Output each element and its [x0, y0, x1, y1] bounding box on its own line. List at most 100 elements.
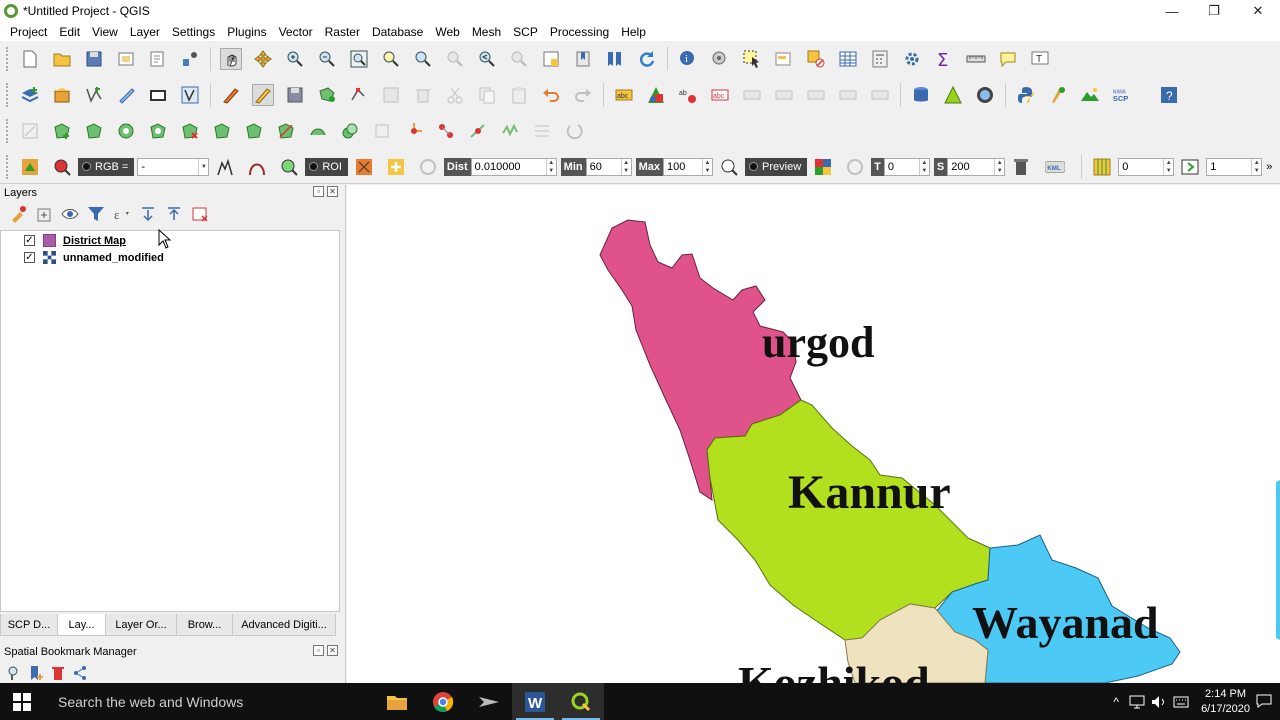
- zoom-input-image-icon[interactable]: [51, 156, 73, 178]
- undo-icon[interactable]: [540, 84, 562, 106]
- zoom-in-icon[interactable]: [284, 48, 306, 70]
- volume-icon[interactable]: [1151, 695, 1167, 709]
- style-panel-icon[interactable]: [8, 204, 28, 224]
- filter-legend-icon[interactable]: [86, 204, 106, 224]
- add-group-icon[interactable]: [34, 204, 54, 224]
- menu-processing[interactable]: Processing: [544, 25, 615, 39]
- merge-features-icon[interactable]: [339, 120, 361, 142]
- cut-features-icon[interactable]: [444, 84, 466, 106]
- taskbar-chrome[interactable]: [420, 683, 466, 720]
- rgb-combobox[interactable]: - ▼: [137, 157, 210, 176]
- taskbar-file-explorer[interactable]: [374, 683, 420, 720]
- filter-expression-icon[interactable]: ε: [112, 204, 132, 224]
- pan-to-selection-icon[interactable]: [252, 48, 274, 70]
- digitize-vertex-icon[interactable]: [19, 120, 41, 142]
- measure-line-icon[interactable]: [965, 48, 987, 70]
- move-label-icon[interactable]: [741, 84, 763, 106]
- band-spinbox[interactable]: 0 ▲ ▼: [1118, 157, 1175, 176]
- semi-auto-classification-icon[interactable]: [1047, 84, 1069, 106]
- align-icon[interactable]: [531, 120, 553, 142]
- layer-visibility-checkbox[interactable]: ✓: [24, 252, 35, 263]
- taskbar-search[interactable]: Search the web and Windows: [58, 694, 374, 710]
- preview-radio[interactable]: Preview: [745, 157, 808, 176]
- show-bookmarks-icon[interactable]: [604, 48, 626, 70]
- toggle-editing-icon[interactable]: [252, 84, 274, 106]
- menu-mesh[interactable]: Mesh: [466, 25, 507, 39]
- menu-plugins[interactable]: Plugins: [221, 25, 272, 39]
- tab-scp-dock[interactable]: SCP D...: [0, 614, 58, 636]
- map-tips-icon[interactable]: [997, 48, 1019, 70]
- trim-extend-icon[interactable]: [467, 120, 489, 142]
- float-panel-icon[interactable]: ▫: [313, 645, 324, 656]
- delete-bookmark-icon[interactable]: [50, 665, 66, 681]
- menu-raster[interactable]: Raster: [319, 25, 366, 39]
- collapse-all-icon[interactable]: [164, 204, 184, 224]
- zoom-native-icon[interactable]: [444, 48, 466, 70]
- split-features-icon[interactable]: [275, 120, 297, 142]
- field-calculator-icon[interactable]: [869, 48, 891, 70]
- tab-layer-order[interactable]: Layer Or...: [105, 614, 177, 636]
- minimize-button[interactable]: —: [1150, 0, 1194, 22]
- menu-help[interactable]: Help: [615, 25, 652, 39]
- split-parts-icon[interactable]: [307, 120, 329, 142]
- menu-project[interactable]: Project: [4, 25, 53, 39]
- network-icon[interactable]: [1129, 695, 1145, 709]
- reverse-line-icon[interactable]: [563, 120, 585, 142]
- merge-attributes-icon[interactable]: [371, 120, 393, 142]
- spectral-signature-icon[interactable]: [246, 156, 268, 178]
- share-bookmark-icon[interactable]: [72, 665, 88, 681]
- select-features-icon[interactable]: [741, 48, 763, 70]
- vertex-tool-icon[interactable]: [348, 84, 370, 106]
- pan-map-icon[interactable]: [220, 48, 242, 70]
- niwa-scp-icon[interactable]: NIWA SCP: [1111, 84, 1133, 106]
- database-icon[interactable]: [910, 84, 932, 106]
- menu-scp[interactable]: SCP: [507, 25, 544, 39]
- add-package-layer-icon[interactable]: [51, 84, 73, 106]
- processing-toolbox-icon[interactable]: [901, 48, 923, 70]
- scp-dock-icon[interactable]: [19, 156, 41, 178]
- show-hidden-icons-icon[interactable]: ^: [1113, 695, 1119, 709]
- zoom-preview-icon[interactable]: [718, 156, 740, 178]
- add-layer-icon[interactable]: [19, 84, 41, 106]
- panel-splitter[interactable]: [342, 185, 346, 683]
- delete-ring-icon[interactable]: [147, 120, 169, 142]
- terrain-icon[interactable]: [1079, 84, 1101, 106]
- zoom-next-icon[interactable]: [508, 48, 530, 70]
- remove-layer-icon[interactable]: [190, 204, 210, 224]
- toolbar-overflow-button[interactable]: »: [1266, 161, 1272, 173]
- manage-visibility-icon[interactable]: [60, 204, 80, 224]
- activate-roi-pointer-icon[interactable]: [385, 156, 407, 178]
- vector-icon[interactable]: [179, 84, 201, 106]
- paste-features-icon[interactable]: [508, 84, 530, 106]
- max-spinbox[interactable]: 100 ▲ ▼: [663, 157, 714, 176]
- action-center-icon[interactable]: [1256, 693, 1272, 709]
- taskbar-qgis[interactable]: [558, 683, 604, 720]
- step-spinbox[interactable]: 1 ▲ ▼: [1206, 157, 1263, 176]
- reshape-features-icon[interactable]: [211, 120, 233, 142]
- current-edits-icon[interactable]: [220, 84, 242, 106]
- rotate-label-icon[interactable]: [773, 84, 795, 106]
- add-ring-icon[interactable]: [51, 120, 73, 142]
- identify-features-icon[interactable]: i: [677, 48, 699, 70]
- gps-tool-icon[interactable]: [942, 84, 964, 106]
- add-bookmark-icon[interactable]: [28, 665, 44, 681]
- layer-visibility-checkbox[interactable]: ✓: [24, 235, 35, 246]
- offset-curve-icon[interactable]: [243, 120, 265, 142]
- layer-diagram-icon[interactable]: [645, 84, 667, 106]
- new-map-view-icon[interactable]: [540, 48, 562, 70]
- rotate-point-symbols-icon[interactable]: [403, 120, 425, 142]
- kml-icon[interactable]: KML: [1042, 156, 1068, 178]
- classification-preview-icon[interactable]: [812, 156, 834, 178]
- close-panel-icon[interactable]: ✕: [327, 186, 338, 197]
- band-combination-icon[interactable]: [214, 156, 236, 178]
- tab-advanced-digitizing[interactable]: Advanced Digiti...: [232, 614, 336, 636]
- next-band-icon[interactable]: [1179, 156, 1201, 178]
- label-toolbar-icon[interactable]: abc: [613, 84, 635, 106]
- attribute-table-icon[interactable]: [837, 48, 859, 70]
- offset-point-symbols-icon[interactable]: [435, 120, 457, 142]
- statistical-summary-icon[interactable]: Σ: [933, 48, 955, 70]
- show-unplaced-labels-icon[interactable]: [837, 84, 859, 106]
- roi-radio[interactable]: ROI: [305, 157, 348, 176]
- zoom-out-icon[interactable]: [316, 48, 338, 70]
- fill-ring-icon[interactable]: [115, 120, 137, 142]
